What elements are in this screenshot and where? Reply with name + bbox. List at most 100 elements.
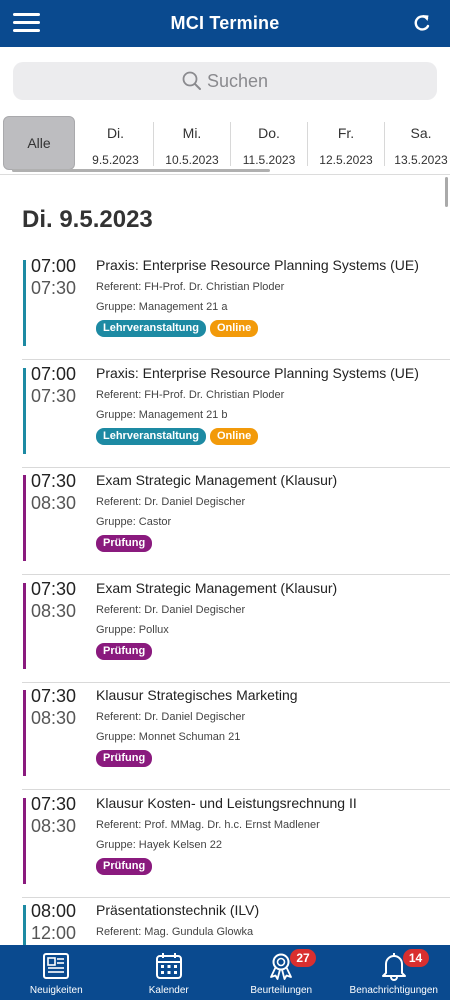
event-tags: Prüfung: [96, 642, 153, 660]
event-end-time: 08:30: [31, 815, 77, 836]
event-end-time: 08:30: [31, 600, 77, 621]
tab-day-4[interactable]: Fr. 12.5.2023: [308, 117, 384, 171]
tab-date: 13.5.2023: [394, 153, 448, 167]
search-placeholder: Suchen: [206, 70, 269, 91]
tag-badge: Prüfung: [96, 535, 153, 552]
search-area: Suchen: [0, 47, 450, 113]
nav-label: Beurteilungen: [250, 985, 313, 996]
event-item[interactable]: 07:30 08:30 Klausur Strategisches Marketin…: [0, 682, 450, 790]
top-app-bar: MCI Termine: [0, 0, 450, 47]
tab-all-label: Alle: [27, 135, 51, 151]
event-color-bar: [23, 260, 26, 346]
event-color-bar: [23, 797, 26, 884]
tab-weekday: Sa.: [410, 125, 432, 141]
nav-neuigkeiten[interactable]: Neuigkeiten: [0, 945, 113, 1000]
tab-weekday: Fr.: [337, 125, 355, 141]
event-group: Gruppe: Management 21 b: [96, 408, 228, 421]
event-color-bar: [23, 690, 26, 776]
event-title: Präsentationstechnik (ILV): [96, 902, 260, 918]
tag-badge: Prüfung: [96, 750, 153, 767]
event-end-time: 08:30: [31, 493, 77, 513]
nav-benachrichtigungen[interactable]: 14 Benachrichtigungen: [338, 945, 450, 1000]
tab-date: 11.5.2023: [242, 153, 296, 167]
event-group: Gruppe: Monnet Schuman 21: [96, 731, 241, 743]
tag-badge: Prüfung: [96, 642, 153, 660]
event-tags: Lehrveranstaltung Online: [96, 320, 259, 337]
event-end-time: 07:30: [31, 385, 77, 406]
newspaper-icon: [43, 953, 70, 979]
event-referent: Referent: Dr. Daniel Degischer: [96, 711, 246, 723]
nav-label: Kalender: [148, 985, 189, 996]
event-group: Gruppe: Hayek Kelsen 22: [96, 838, 222, 851]
event-group: Gruppe: Pollux: [96, 623, 169, 636]
nav-beurteilungen[interactable]: 27 Beurteilungen: [225, 945, 338, 1000]
event-start-time: 07:30: [31, 686, 77, 706]
event-item[interactable]: 07:30 08:30 Klausur Kosten- und Leistungsr…: [0, 790, 450, 898]
beurteilungen-badge: 27: [290, 949, 316, 967]
event-color-bar: [23, 905, 26, 945]
event-tags: Prüfung: [96, 750, 153, 767]
event-item[interactable]: 07:30 08:30 Exam Strategic Management (Kla…: [0, 467, 450, 575]
event-tags: Prüfung: [96, 857, 153, 875]
horizontal-scrollbar[interactable]: [12, 169, 270, 172]
calendar-icon: [155, 953, 182, 979]
event-tags: Lehrveranstaltung Online: [96, 427, 259, 445]
event-group: Gruppe: Management 21 a: [96, 301, 228, 313]
tab-all[interactable]: Alle: [3, 116, 75, 170]
tag-badge: Lehrveranstaltung: [96, 320, 206, 337]
event-group: Gruppe: Castor: [96, 516, 172, 528]
refresh-icon[interactable]: [412, 13, 432, 33]
event-referent: Referent: FH-Prof. Dr. Christian Ploder: [96, 281, 285, 293]
nav-kalender[interactable]: Kalender: [113, 945, 226, 1000]
event-end-time: 08:30: [31, 708, 77, 728]
tag-badge: Prüfung: [96, 857, 153, 875]
tab-weekday: Mi.: [182, 125, 202, 141]
event-start-time: 08:00: [31, 901, 77, 921]
benachrichtigungen-badge: 14: [402, 949, 429, 967]
tab-date: 10.5.2023: [165, 153, 219, 167]
tab-day-5[interactable]: Sa. 13.5.2023: [385, 117, 450, 171]
event-end-time: 07:30: [31, 278, 77, 298]
day-filter-bar: Alle Di. 9.5.2023 Mi. 10.5.2023 Do. 11.5…: [0, 113, 450, 175]
event-item[interactable]: 07:00 07:30 Praxis: Enterprise Resource Pl…: [0, 360, 450, 468]
vertical-scrollbar[interactable]: [445, 177, 448, 207]
event-title: Exam Strategic Management (Klausur): [96, 579, 338, 596]
event-referent: Referent: Prof. MMag. Dr. h.c. Ernst Mad…: [96, 818, 320, 831]
page-title: MCI Termine: [170, 13, 280, 33]
event-referent: Referent: Mag. Gundula Glowka: [96, 926, 254, 938]
event-title: Klausur Kosten- und Leistungsrechnung II: [96, 794, 357, 811]
nav-label: Neuigkeiten: [29, 985, 83, 996]
search-icon: [182, 71, 201, 90]
event-title: Exam Strategic Management (Klausur): [96, 472, 338, 488]
tab-weekday: Do.: [258, 125, 280, 141]
search-input[interactable]: Suchen: [13, 62, 437, 100]
event-start-time: 07:00: [31, 256, 77, 276]
event-tags: Prüfung: [96, 535, 153, 552]
tab-date: 9.5.2023: [92, 153, 139, 167]
event-title: Klausur Strategisches Marketing: [96, 687, 298, 703]
nav-label: Benachrichtigungen: [349, 985, 438, 996]
menu-icon[interactable]: [13, 13, 40, 34]
event-item[interactable]: 07:30 08:30 Exam Strategic Management (Kla…: [0, 575, 450, 683]
event-item[interactable]: 07:00 07:30 Praxis: Enterprise Resource Pl…: [0, 252, 450, 360]
event-referent: Referent: FH-Prof. Dr. Christian Ploder: [96, 388, 285, 401]
date-heading: Di. 9.5.2023: [22, 206, 153, 233]
tag-badge: Lehrveranstaltung: [96, 427, 206, 445]
event-color-bar: [23, 367, 26, 454]
event-start-time: 07:30: [31, 793, 77, 814]
event-start-time: 07:30: [31, 578, 77, 599]
tab-weekday: Di.: [106, 125, 125, 141]
event-title: Praxis: Enterprise Resource Planning Sys…: [96, 257, 419, 273]
tab-day-1[interactable]: Di. 9.5.2023: [78, 117, 153, 171]
tab-day-3[interactable]: Do. 11.5.2023: [231, 117, 307, 171]
tab-day-2[interactable]: Mi. 10.5.2023: [154, 117, 230, 171]
event-start-time: 07:00: [31, 363, 77, 384]
event-item[interactable]: 08:00 12:00 Präsentationstechnik (ILV) Refe…: [0, 897, 450, 945]
event-title: Praxis: Enterprise Resource Planning Sys…: [96, 364, 419, 381]
event-referent: Referent: Dr. Daniel Degischer: [96, 496, 246, 508]
event-color-bar: [23, 475, 26, 561]
event-referent: Referent: Dr. Daniel Degischer: [96, 603, 246, 616]
tag-badge: Online: [209, 320, 259, 337]
event-start-time: 07:30: [31, 471, 77, 491]
bottom-navigation: Neuigkeiten Kalender 27 Beurteilungen 14…: [0, 945, 450, 1000]
